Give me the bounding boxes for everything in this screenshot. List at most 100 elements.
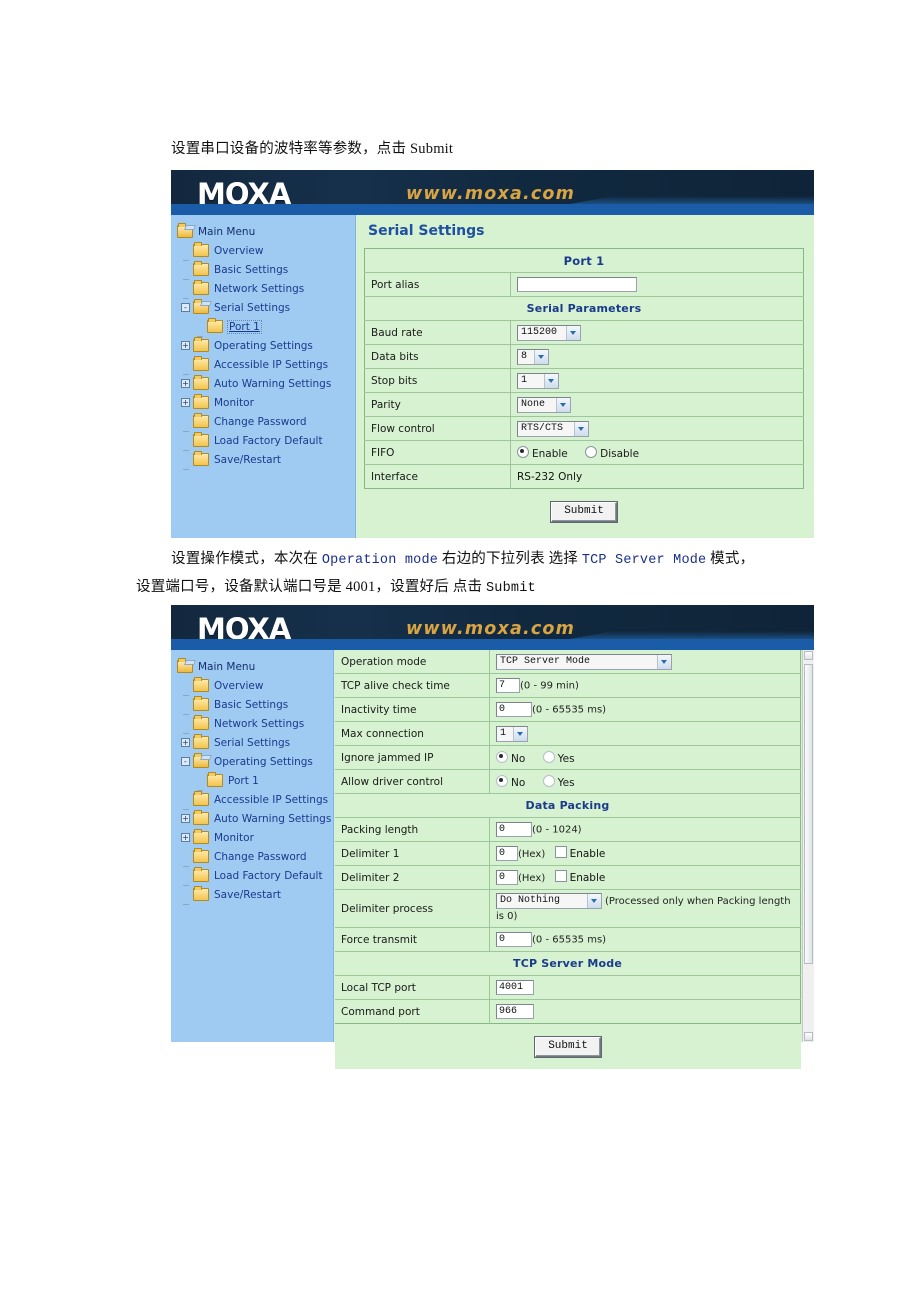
ignore-jammed-ip-no-radio[interactable]: No [496,750,529,765]
sidebar-item-label: Basic Settings [214,698,289,711]
table-row-baud-rate: Baud rate 115200 [364,320,804,345]
delimiter-1-enable-checkbox[interactable]: Enable [554,845,605,860]
parity-select[interactable]: None [517,396,571,413]
sidebar-item-basic-settings[interactable]: Basic Settings [177,695,333,715]
sidebar-item-operating-settings[interactable]: + Operating Settings [177,336,355,355]
submit-button[interactable]: Submit [535,1037,601,1057]
sidebar-item-save-restart[interactable]: Save/Restart [177,885,333,905]
command-port-input[interactable] [496,1004,534,1019]
packing-length-input[interactable] [496,822,532,837]
ignore-jammed-ip-label: Ignore jammed IP [335,745,490,770]
table-row-interface: Interface RS-232 Only [364,464,804,489]
sidebar-item-serial-settings[interactable]: - Serial Settings [177,298,355,317]
expand-icon[interactable]: + [181,738,190,747]
packing-length-hint: (0 - 1024) [532,824,582,836]
max-connection-select[interactable]: 1 [496,725,528,742]
sidebar-item-operating-settings[interactable]: - Operating Settings [177,752,333,771]
sidebar-item-main-menu[interactable]: Main Menu [177,222,355,241]
sidebar-item-overview[interactable]: Overview [177,676,333,696]
sidebar-item-save-restart[interactable]: Save/Restart [177,450,355,470]
collapse-icon[interactable]: - [181,757,190,766]
sidebar-item-network-settings[interactable]: Network Settings [177,279,355,299]
expand-icon[interactable]: + [181,398,190,407]
banner-swoosh [171,639,814,650]
table-row-delimiter-2: Delimiter 2 (Hex) Enable [335,865,801,890]
sidebar-item-label: Serial Settings [214,301,291,314]
folder-icon [193,242,209,257]
sidebar-item-port-1[interactable]: Port 1 [177,771,333,791]
sidebar-item-change-password[interactable]: Change Password [177,412,355,432]
sidebar-item-overview[interactable]: Overview [177,241,355,261]
delimiter-process-label: Delimiter process [335,889,490,928]
fifo-disable-radio[interactable]: Disable [585,445,639,460]
sidebar-item-auto-warning-settings[interactable]: + Auto Warning Settings [177,374,355,393]
fifo-label: FIFO [364,440,511,465]
ignore-jammed-ip-yes-radio[interactable]: Yes [542,750,575,765]
sidebar-item-main-menu[interactable]: Main Menu [177,657,333,676]
sidebar-item-network-settings[interactable]: Network Settings [177,714,333,734]
collapse-icon[interactable]: - [181,303,190,312]
submit-button[interactable]: Submit [551,502,617,522]
chevron-down-icon [566,325,580,340]
scroll-down-arrow-icon[interactable] [804,1032,813,1041]
sidebar-item-label: Overview [214,679,264,692]
navigation-sidebar[interactable]: Main Menu Overview Basic Settings Network S… [171,215,356,538]
inactivity-time-input[interactable] [496,702,532,717]
scroll-up-arrow-icon[interactable] [804,651,813,660]
sidebar-item-label: Auto Warning Settings [214,377,332,390]
vertical-scrollbar[interactable] [802,650,814,1042]
paragraph-2-b: 右边的下拉列表 选择 [438,551,582,567]
sidebar-item-port-1[interactable]: Port 1 [177,317,355,337]
folder-icon [193,394,209,409]
flow-control-select[interactable]: RTS/CTS [517,420,589,437]
sidebar-item-load-factory-default[interactable]: Load Factory Default [177,866,333,886]
delimiter-1-input[interactable] [496,846,518,862]
sidebar-item-label: Save/Restart [214,888,282,901]
navigation-sidebar[interactable]: Main Menu Overview Basic Settings Network S… [171,650,334,1042]
data-bits-select[interactable]: 8 [517,348,549,365]
sidebar-item-label: Save/Restart [214,453,282,466]
chevron-down-icon [587,894,601,908]
local-tcp-port-label: Local TCP port [335,975,490,1000]
expand-icon[interactable]: + [181,341,190,350]
sidebar-item-label: Auto Warning Settings [214,812,332,825]
table-row-local-tcp-port: Local TCP port [335,975,801,1000]
allow-driver-control-yes-radio[interactable]: Yes [542,774,575,789]
scrollbar-thumb[interactable] [804,664,813,964]
table-row-allow-driver-control: Allow driver control No Yes [335,769,801,794]
document-page: 设置串口设备的波特率等参数，点击 Submit MOXA www.moxa.co… [0,0,920,1302]
delimiter-2-enable-checkbox[interactable]: Enable [554,869,605,884]
paragraph-2-line2-code: Submit [485,581,536,596]
sidebar-item-accessible-ip-settings[interactable]: Accessible IP Settings [177,355,355,375]
sidebar-item-load-factory-default[interactable]: Load Factory Default [177,431,355,451]
folder-icon [193,451,209,466]
delimiter-process-select[interactable]: Do Nothing [496,893,602,909]
tcp-alive-check-input[interactable] [496,678,520,693]
sidebar-item-basic-settings[interactable]: Basic Settings [177,260,355,280]
sidebar-item-monitor[interactable]: + Monitor [177,828,333,847]
delimiter-2-label: Delimiter 2 [335,865,490,890]
sidebar-item-monitor[interactable]: + Monitor [177,393,355,412]
stop-bits-select[interactable]: 1 [517,372,559,389]
baud-rate-select[interactable]: 115200 [517,324,581,341]
folder-icon [193,375,209,390]
sidebar-item-change-password[interactable]: Change Password [177,847,333,867]
port-alias-input[interactable] [517,277,637,292]
delimiter-2-input[interactable] [496,870,518,886]
folder-icon [193,791,209,806]
expand-icon[interactable]: + [181,814,190,823]
expand-icon[interactable]: + [181,379,190,388]
allow-driver-control-no-radio[interactable]: No [496,774,529,789]
sidebar-item-serial-settings[interactable]: + Serial Settings [177,733,333,752]
local-tcp-port-input[interactable] [496,980,534,995]
sidebar-item-accessible-ip-settings[interactable]: Accessible IP Settings [177,790,333,810]
folder-icon [193,413,209,428]
sidebar-item-auto-warning-settings[interactable]: + Auto Warning Settings [177,809,333,828]
moxa-operating-settings-window: MOXA www.moxa.com Main Menu Overview Basic… [171,605,814,1069]
operation-mode-select[interactable]: TCP Server Mode [496,653,672,670]
fifo-enable-radio[interactable]: Enable [517,445,571,460]
navigation-tree[interactable]: Main Menu Overview Basic Settings Network S… [177,657,333,905]
expand-icon[interactable]: + [181,833,190,842]
navigation-tree[interactable]: Main Menu Overview Basic Settings Network S… [177,222,355,470]
force-transmit-input[interactable] [496,932,532,947]
